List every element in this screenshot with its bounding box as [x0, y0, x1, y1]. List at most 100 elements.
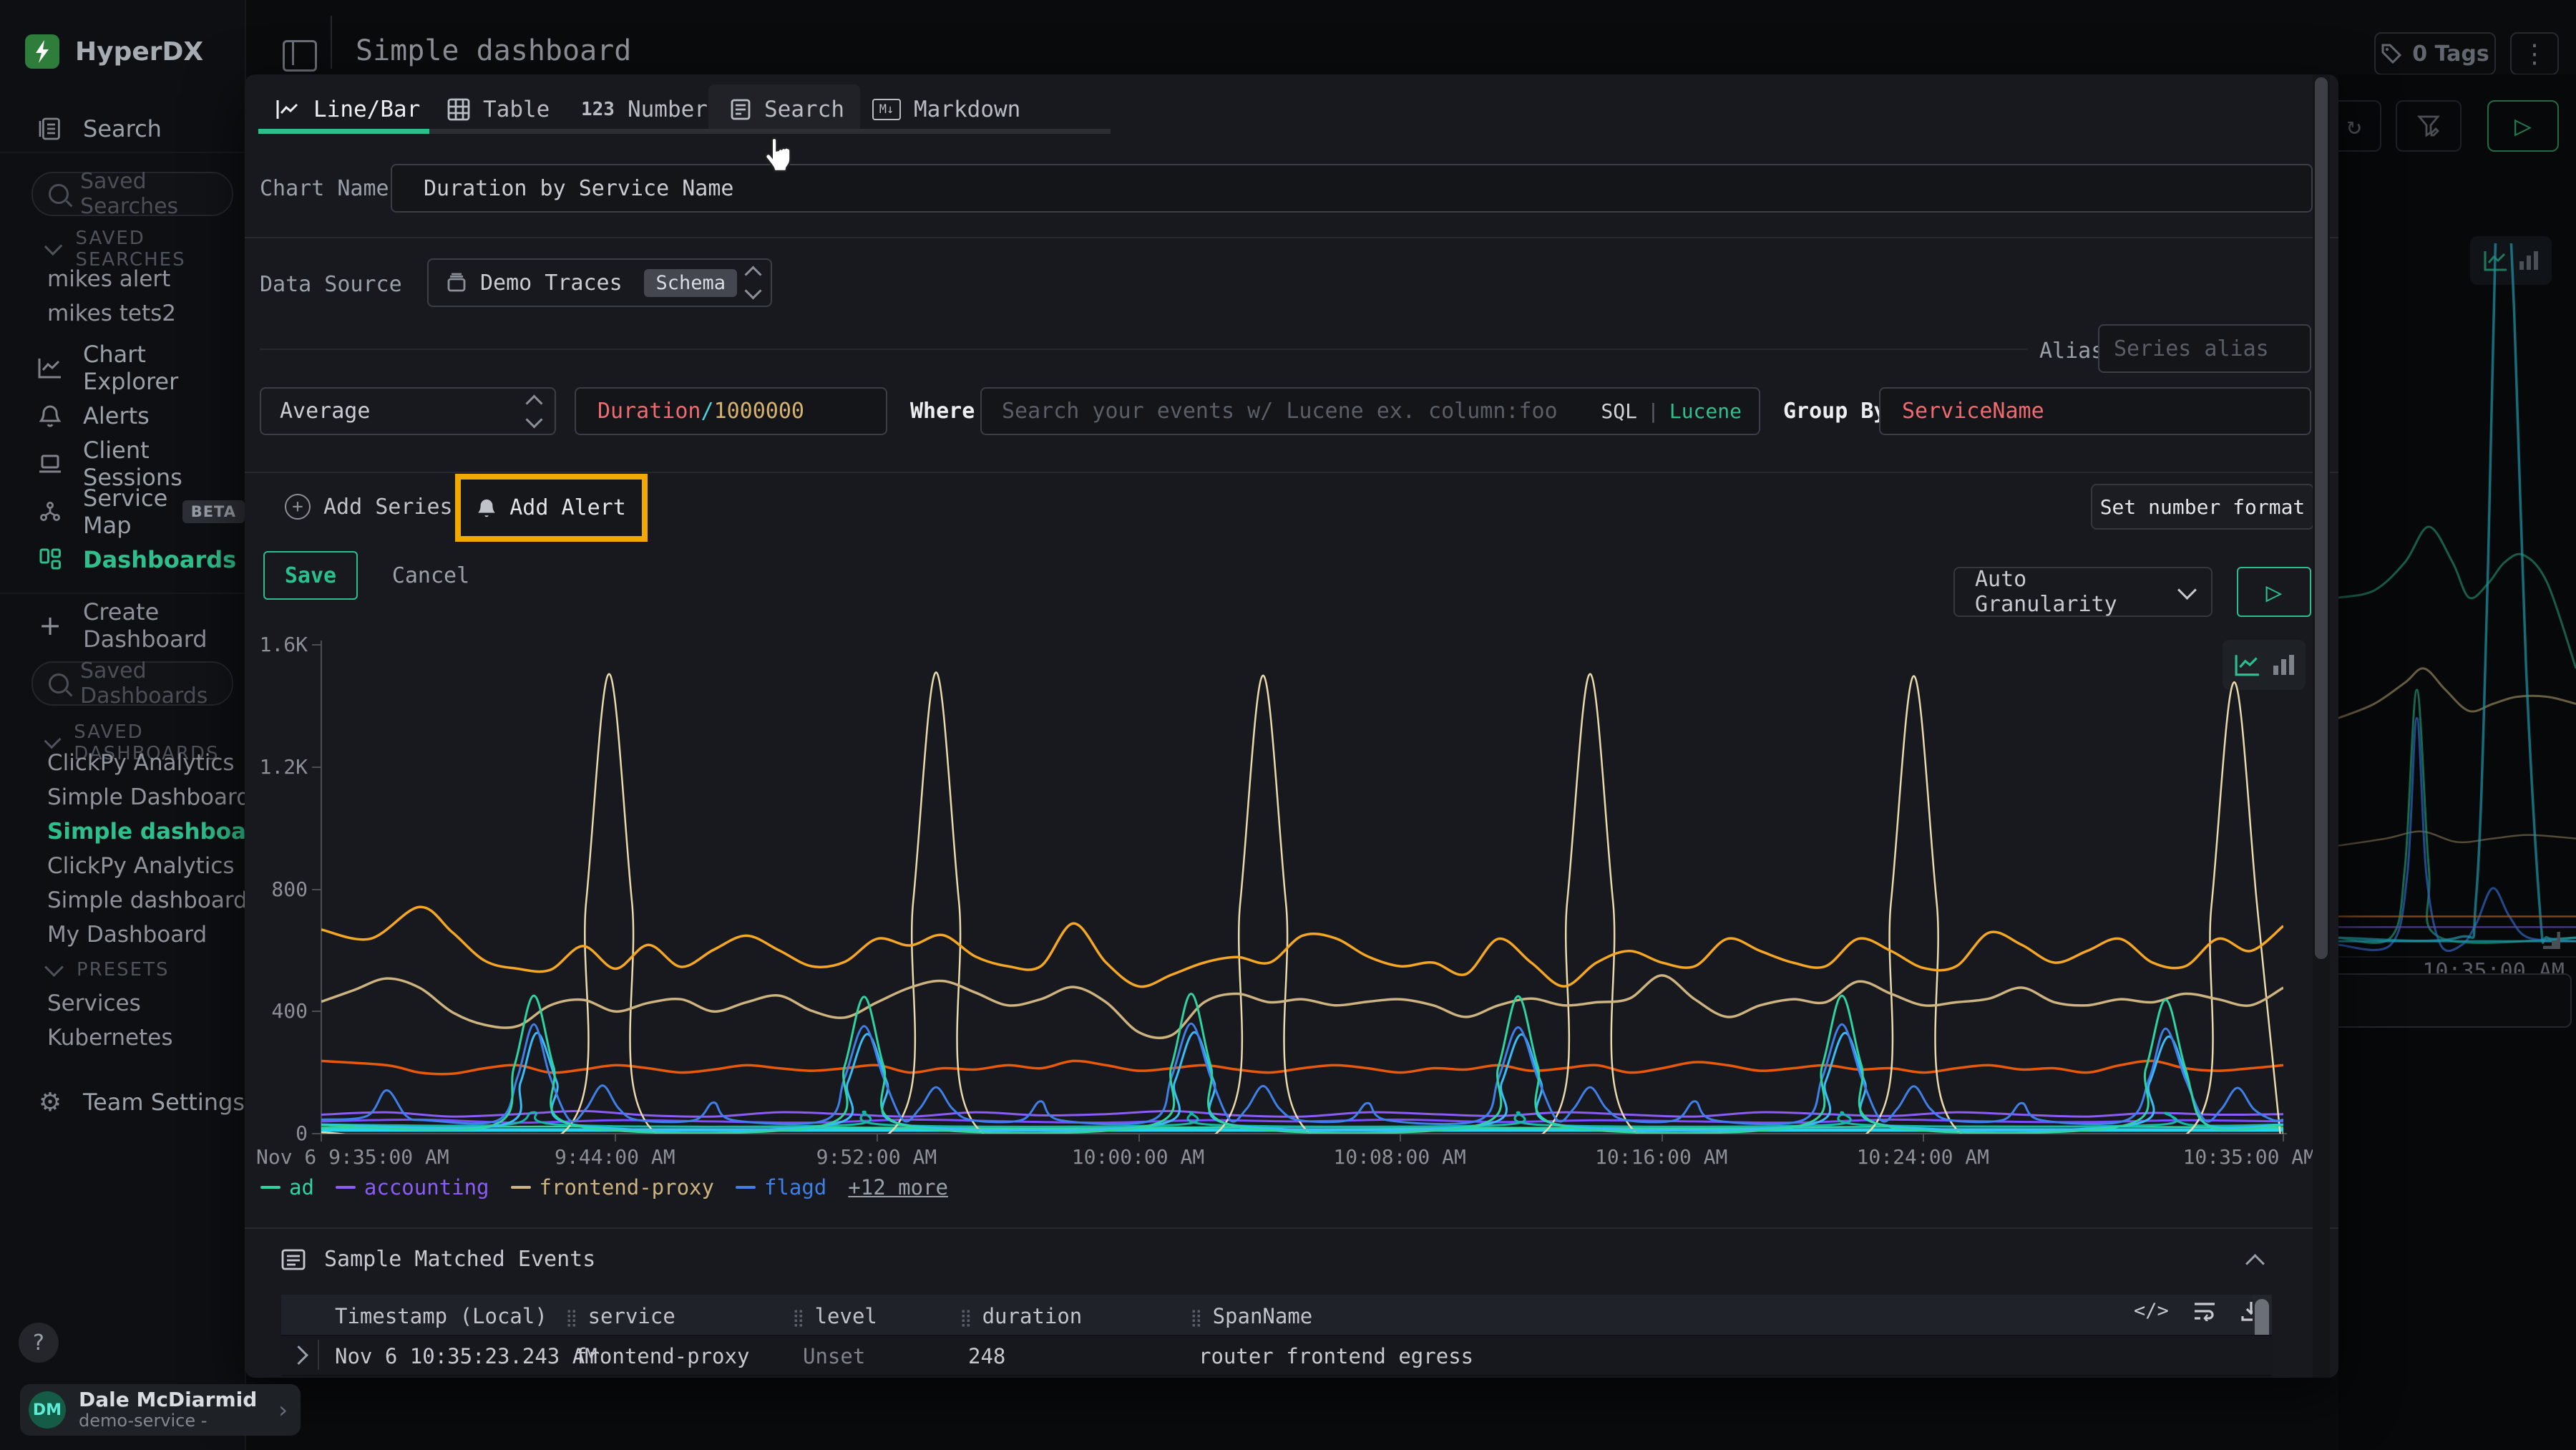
- lucene-toggle[interactable]: Lucene: [1669, 399, 1742, 423]
- sidebar-item-dashboards[interactable]: Dashboards: [0, 540, 245, 580]
- filter-edit-icon[interactable]: [2396, 100, 2462, 152]
- x-tick-label: 9:52:00 AM: [816, 1145, 937, 1169]
- add-series-button[interactable]: + Add Series: [285, 494, 453, 520]
- saved-searches-input[interactable]: Saved Searches: [31, 172, 233, 216]
- expression-value: 1000000: [714, 399, 804, 424]
- alias-input[interactable]: Series alias: [2098, 324, 2311, 373]
- cancel-button[interactable]: Cancel: [383, 551, 479, 600]
- save-button[interactable]: Save: [263, 551, 358, 600]
- magnifier-icon: [49, 184, 69, 204]
- granularity-select[interactable]: Auto Granularity: [1953, 567, 2212, 617]
- plus-icon: +: [37, 610, 63, 641]
- sidebar-item-team-settings[interactable]: ⚙ Team Settings: [0, 1082, 245, 1122]
- dashboard-item[interactable]: Simple Dashboard: [47, 784, 250, 810]
- cell-duration: 248: [968, 1344, 1005, 1368]
- dashboard-item[interactable]: My Dashboard: [47, 922, 207, 948]
- drag-handle-icon[interactable]: ⣿: [792, 1308, 805, 1328]
- drag-handle-icon[interactable]: ⣿: [565, 1308, 578, 1328]
- col-header[interactable]: Timestamp (Local): [335, 1304, 547, 1328]
- schema-badge[interactable]: Schema: [644, 269, 737, 297]
- dashboard-item[interactable]: Simple dashboard: [47, 887, 248, 913]
- expression-input[interactable]: Duration/1000000: [575, 387, 887, 435]
- chevron-down-icon: [44, 237, 63, 256]
- kebab-menu-button[interactable]: ⋮: [2510, 32, 2559, 75]
- sidebar-item-alerts[interactable]: Alerts: [0, 396, 245, 436]
- code-icon[interactable]: </>: [2134, 1300, 2169, 1322]
- x-tick-label: 10:08:00 AM: [1333, 1145, 1465, 1169]
- col-header[interactable]: ⣿duration: [960, 1304, 1082, 1328]
- legend-item[interactable]: accounting: [336, 1175, 489, 1200]
- tab-search[interactable]: Search: [730, 84, 844, 135]
- event-row-partial[interactable]: [281, 1375, 2272, 1378]
- expression-field: Duration: [597, 399, 701, 424]
- legend-item[interactable]: frontend-proxy: [511, 1175, 714, 1200]
- group-by-label: Group By: [1783, 399, 1887, 424]
- run-query-play-button[interactable]: ▷: [2237, 567, 2311, 617]
- help-button[interactable]: ?: [19, 1323, 59, 1363]
- tags-button[interactable]: 0 Tags: [2374, 32, 2496, 75]
- chart-name-label: Chart Name: [260, 176, 389, 201]
- dashboard-item[interactable]: ClickPy Analytics: [47, 853, 235, 879]
- resize-corner-icon[interactable]: [2542, 930, 2560, 949]
- chart-series: [321, 1061, 2283, 1074]
- group-by-input[interactable]: ServiceName: [1879, 387, 2311, 435]
- tab-markdown[interactable]: M↓ Markdown: [872, 84, 1020, 135]
- create-dashboard-button[interactable]: + Create Dashboard: [0, 605, 245, 646]
- chart-explorer-icon: [37, 357, 63, 379]
- tab-number[interactable]: 123 Number: [581, 84, 708, 135]
- legend-item[interactable]: flagd: [736, 1175, 826, 1200]
- presets-group[interactable]: PRESETS: [47, 959, 170, 981]
- legend-more-link[interactable]: +12 more: [848, 1175, 948, 1200]
- sidebar-item-search[interactable]: Search: [0, 109, 245, 149]
- query-language-toggle[interactable]: SQL | Lucene: [1601, 399, 1742, 423]
- col-header[interactable]: ⣿SpanName: [1190, 1304, 1312, 1328]
- magnifier-icon: [49, 673, 69, 694]
- col-header[interactable]: ⣿level: [792, 1304, 877, 1328]
- sidebar-item-client-sessions[interactable]: Client Sessions: [0, 444, 245, 484]
- chart-series: [321, 1023, 2283, 1124]
- legend-dash-icon: [336, 1186, 356, 1189]
- aggregation-select[interactable]: Average: [260, 387, 556, 435]
- timeseries-chart[interactable]: [321, 644, 2283, 1134]
- refresh-icon[interactable]: ↻: [2338, 100, 2381, 152]
- saved-search-item[interactable]: mikes alert: [47, 266, 170, 292]
- expression-op: /: [701, 399, 714, 424]
- tab-table[interactable]: Table: [447, 84, 550, 135]
- sidebar-toggle-icon[interactable]: [283, 40, 317, 72]
- dashboard-item-active[interactable]: Simple dashboard: [47, 819, 273, 845]
- where-search-input[interactable]: Search your events w/ Lucene ex. column:…: [980, 387, 1760, 435]
- sidebar-item-chart-explorer[interactable]: Chart Explorer: [0, 348, 245, 388]
- play-button-background[interactable]: ▷: [2487, 100, 2559, 152]
- preset-item[interactable]: Services: [47, 991, 141, 1016]
- saved-search-item[interactable]: mikes tets2: [47, 301, 176, 326]
- preset-item[interactable]: Kubernetes: [47, 1025, 172, 1051]
- chevron-down-icon: [44, 958, 64, 977]
- divider: [331, 16, 332, 69]
- brand[interactable]: HyperDX: [25, 34, 203, 69]
- data-source-select[interactable]: Demo Traces Schema: [427, 258, 772, 307]
- chart-series: [2338, 668, 2576, 718]
- collapse-chevron-up-icon[interactable]: [2245, 1254, 2265, 1273]
- sidebar-item-service-map[interactable]: Service Map BETA: [0, 492, 245, 532]
- wrap-lines-icon[interactable]: [2193, 1301, 2216, 1321]
- background-chart: [2338, 243, 2576, 952]
- tab-underline-active: [258, 129, 429, 134]
- modal-scrollbar-track[interactable]: [2313, 74, 2330, 1378]
- legend-item[interactable]: ad: [260, 1175, 314, 1200]
- markdown-icon: M↓: [872, 99, 901, 120]
- sample-events-header: Sample Matched Events: [281, 1247, 595, 1272]
- drag-handle-icon[interactable]: ⣿: [960, 1308, 972, 1328]
- saved-dashboards-input[interactable]: Saved Dashboards: [31, 661, 233, 706]
- tab-line-bar[interactable]: Line/Bar: [276, 84, 420, 135]
- chart-name-input[interactable]: Duration by Service Name: [391, 164, 2313, 213]
- set-number-format-button[interactable]: Set number format: [2091, 484, 2314, 530]
- dashboard-item[interactable]: ClickPy Analytics: [47, 750, 235, 776]
- divider: [0, 593, 245, 594]
- col-header[interactable]: ⣿service: [565, 1304, 675, 1328]
- add-alert-button[interactable]: Add Alert: [455, 474, 648, 542]
- drag-handle-icon[interactable]: ⣿: [1190, 1308, 1203, 1328]
- saved-searches-group[interactable]: SAVED SEARCHES: [47, 228, 245, 271]
- chart-series: [2338, 527, 2576, 668]
- user-card[interactable]: DM Dale McDiarmid demo-service - ›: [20, 1384, 301, 1436]
- sql-toggle[interactable]: SQL: [1601, 399, 1637, 423]
